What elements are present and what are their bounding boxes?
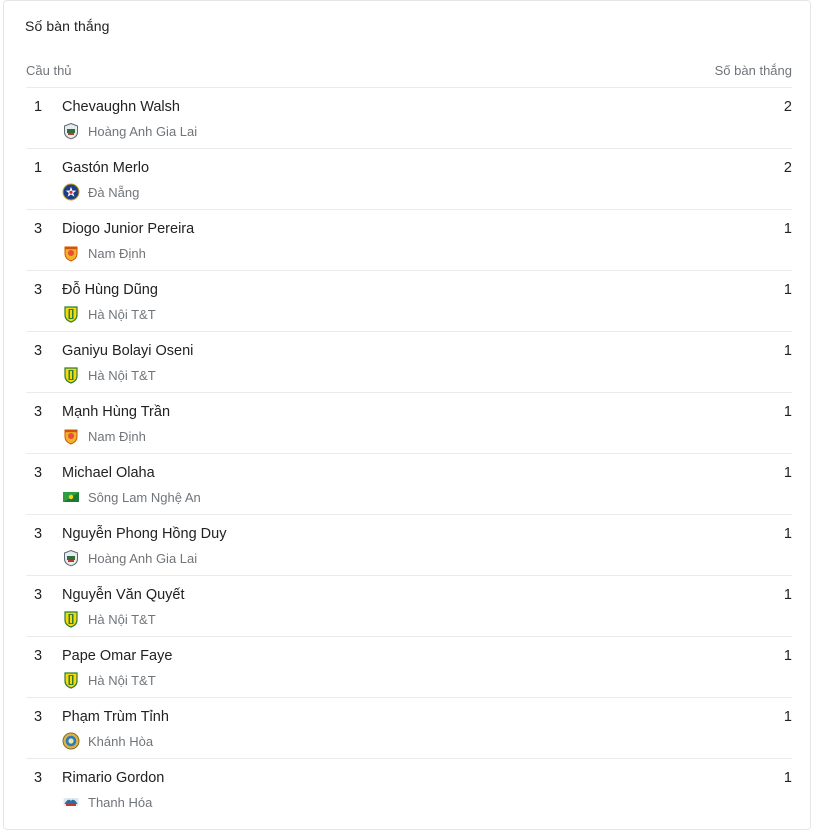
team-name[interactable]: Đà Nẵng <box>88 185 139 200</box>
rank: 3 <box>34 404 43 420</box>
hagl-logo-icon <box>62 122 80 140</box>
table-row[interactable]: 3 Pape Omar Faye Hà Nội T&T 1 <box>26 636 792 697</box>
team-name[interactable]: Hoàng Anh Gia Lai <box>88 124 197 139</box>
team: Hoàng Anh Gia Lai <box>62 122 197 140</box>
team-name[interactable]: Hà Nội T&T <box>88 673 156 688</box>
card-title: Số bàn thắng <box>25 18 110 34</box>
team: Hà Nội T&T <box>62 610 156 628</box>
team: Hà Nội T&T <box>62 671 156 689</box>
team: Hoàng Anh Gia Lai <box>62 549 197 567</box>
da-nang-logo-icon <box>62 183 80 201</box>
rank: 3 <box>34 282 43 298</box>
goal-count: 1 <box>783 587 792 603</box>
player-name[interactable]: Nguyễn Văn Quyết <box>62 587 185 603</box>
team: Hà Nội T&T <box>62 305 156 323</box>
goal-count: 1 <box>783 282 792 298</box>
player-name[interactable]: Ganiyu Bolayi Oseni <box>62 343 193 359</box>
goal-count: 1 <box>783 404 792 420</box>
player-name[interactable]: Michael Olaha <box>62 465 155 481</box>
thanh-hoa-logo-icon <box>62 793 80 811</box>
rank: 3 <box>34 709 43 725</box>
team-name[interactable]: Khánh Hòa <box>88 734 153 749</box>
table-row[interactable]: 3 Ganiyu Bolayi Oseni Hà Nội T&T 1 <box>26 331 792 392</box>
team-name[interactable]: Thanh Hóa <box>88 795 152 810</box>
goal-count: 1 <box>783 648 792 664</box>
hagl-logo-icon <box>62 549 80 567</box>
team: Đà Nẵng <box>62 183 139 201</box>
player-name[interactable]: Pape Omar Faye <box>62 648 172 664</box>
team: Khánh Hòa <box>62 732 153 750</box>
goal-count: 1 <box>783 465 792 481</box>
top-scorers-card: Số bàn thắng Cầu thủ Số bàn thắng 1 Cheva… <box>3 0 811 830</box>
table-row[interactable]: 3 Phạm Trùm Tỉnh Khánh Hòa 1 <box>26 697 792 758</box>
nam-dinh-logo-icon <box>62 427 80 445</box>
team: Hà Nội T&T <box>62 366 156 384</box>
ha-noi-logo-icon <box>62 366 80 384</box>
table-row[interactable]: 3 Mạnh Hùng Trần Nam Định 1 <box>26 392 792 453</box>
player-name[interactable]: Rimario Gordon <box>62 770 164 786</box>
column-header-player: Cầu thủ <box>26 63 72 78</box>
team-name[interactable]: Sông Lam Nghệ An <box>88 490 201 505</box>
table-row[interactable]: 3 Đỗ Hùng Dũng Hà Nội T&T 1 <box>26 270 792 331</box>
team: Nam Định <box>62 244 146 262</box>
scorer-list: 1 Chevaughn Walsh Hoàng Anh Gia Lai 2 1 Gastó… <box>26 87 792 819</box>
goal-count: 2 <box>783 99 792 115</box>
table-row[interactable]: 3 Michael Olaha Sông Lam Nghệ An 1 <box>26 453 792 514</box>
rank: 1 <box>34 160 43 176</box>
table-row[interactable]: 1 Chevaughn Walsh Hoàng Anh Gia Lai 2 <box>26 87 792 148</box>
ha-noi-logo-icon <box>62 305 80 323</box>
ha-noi-logo-icon <box>62 671 80 689</box>
player-name[interactable]: Gastón Merlo <box>62 160 149 176</box>
player-name[interactable]: Nguyễn Phong Hồng Duy <box>62 526 226 542</box>
goal-count: 1 <box>783 221 792 237</box>
table-row[interactable]: 3 Rimario Gordon Thanh Hóa 1 <box>26 758 792 819</box>
rank: 3 <box>34 343 43 359</box>
ha-noi-logo-icon <box>62 610 80 628</box>
rank: 3 <box>34 465 43 481</box>
goal-count: 1 <box>783 770 792 786</box>
table-row[interactable]: 3 Diogo Junior Pereira Nam Định 1 <box>26 209 792 270</box>
rank: 1 <box>34 99 43 115</box>
goal-count: 1 <box>783 526 792 542</box>
player-name[interactable]: Mạnh Hùng Trần <box>62 404 170 420</box>
slna-logo-icon <box>62 488 80 506</box>
team: Nam Định <box>62 427 146 445</box>
rank: 3 <box>34 648 43 664</box>
player-name[interactable]: Phạm Trùm Tỉnh <box>62 709 169 725</box>
team-name[interactable]: Hà Nội T&T <box>88 612 156 627</box>
column-header-goals: Số bàn thắng <box>714 63 792 78</box>
team-name[interactable]: Nam Định <box>88 429 146 444</box>
table-header: Cầu thủ Số bàn thắng <box>26 63 792 87</box>
team-name[interactable]: Hà Nội T&T <box>88 368 156 383</box>
team: Thanh Hóa <box>62 793 152 811</box>
team: Sông Lam Nghệ An <box>62 488 201 506</box>
player-name[interactable]: Đỗ Hùng Dũng <box>62 282 158 298</box>
rank: 3 <box>34 526 43 542</box>
goal-count: 1 <box>783 709 792 725</box>
goal-count: 2 <box>783 160 792 176</box>
nam-dinh-logo-icon <box>62 244 80 262</box>
table-row[interactable]: 1 Gastón Merlo Đà Nẵng 2 <box>26 148 792 209</box>
goal-count: 1 <box>783 343 792 359</box>
player-name[interactable]: Diogo Junior Pereira <box>62 221 194 237</box>
rank: 3 <box>34 770 43 786</box>
rank: 3 <box>34 587 43 603</box>
team-name[interactable]: Nam Định <box>88 246 146 261</box>
team-name[interactable]: Hoàng Anh Gia Lai <box>88 551 197 566</box>
table-row[interactable]: 3 Nguyễn Phong Hồng Duy Hoàng Anh Gia Lai 1 <box>26 514 792 575</box>
rank: 3 <box>34 221 43 237</box>
table-row[interactable]: 3 Nguyễn Văn Quyết Hà Nội T&T 1 <box>26 575 792 636</box>
khanh-hoa-logo-icon <box>62 732 80 750</box>
team-name[interactable]: Hà Nội T&T <box>88 307 156 322</box>
player-name[interactable]: Chevaughn Walsh <box>62 99 180 115</box>
